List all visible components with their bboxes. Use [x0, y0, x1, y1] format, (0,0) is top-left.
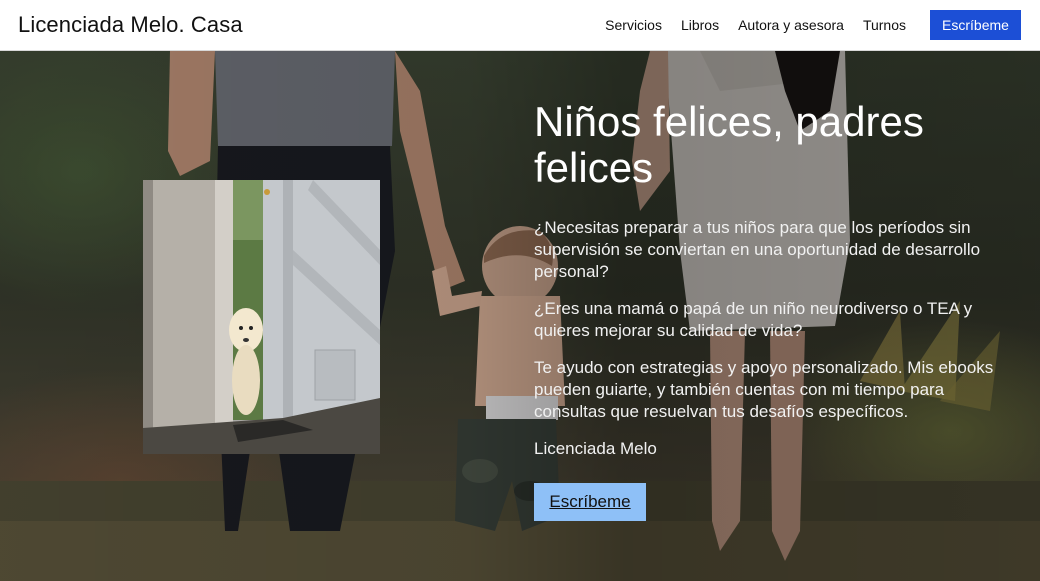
door-dog-photo: [143, 180, 380, 454]
hero-paragraph-neurodiverse: ¿Eres una mamá o papá de un niño neurodi…: [534, 299, 973, 340]
hero-signature: Licenciada Melo: [534, 439, 657, 458]
hero-content: Niños felices, padres felices ¿Necesitas…: [534, 98, 1014, 521]
hero-title: Niños felices, padres felices: [534, 98, 924, 191]
site-brand[interactable]: Licenciada Melo. Casa: [18, 12, 243, 38]
hero-section: Niños felices, padres felices ¿Necesitas…: [0, 51, 1040, 581]
hero-paragraph-supervision: ¿Necesitas preparar a tus niños para que…: [534, 218, 981, 281]
site-header: Licenciada Melo. Casa Servicios Libros A…: [0, 0, 1040, 51]
nav-item-turnos[interactable]: Turnos: [863, 17, 906, 33]
door-dog-image: [143, 180, 380, 454]
hero-contact-button[interactable]: Escríbeme: [534, 483, 646, 521]
main-nav: Servicios Libros Autora y asesora Turnos…: [586, 10, 1021, 40]
hero-paragraph-support: Te ayudo con estrategias y apoyo persona…: [534, 358, 994, 421]
nav-item-autora[interactable]: Autora y asesora: [738, 17, 844, 33]
header-contact-button[interactable]: Escríbeme: [930, 10, 1021, 40]
nav-item-servicios[interactable]: Servicios: [605, 17, 662, 33]
nav-item-libros[interactable]: Libros: [681, 17, 719, 33]
